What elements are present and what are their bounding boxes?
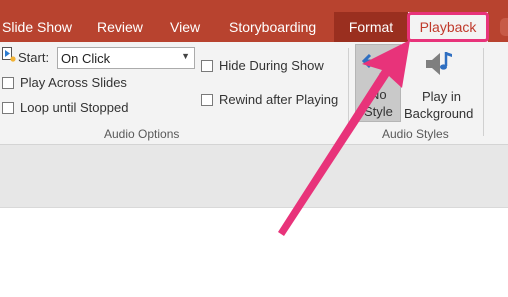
tab-slide-show[interactable]: Slide Show [2,12,72,42]
no-style-button[interactable]: No Style [355,44,401,122]
play-in-background-label-line2: Background [404,106,474,121]
tab-storyboarding[interactable]: Storyboarding [229,12,316,42]
tab-overflow-indicator [500,18,508,36]
tab-view[interactable]: View [170,12,200,42]
playback-tab-highlight-box [407,12,489,42]
play-in-background-label-line1: Play in [422,89,462,104]
tab-review[interactable]: Review [97,12,143,42]
rewind-after-playing-checkbox[interactable] [201,94,213,106]
play-trigger-icon [2,47,16,63]
play-across-slides-checkbox[interactable] [2,77,14,89]
audio-options-group-label: Audio Options [104,127,180,141]
audio-styles-group-label: Audio Styles [382,127,449,141]
chevron-down-icon: ▼ [181,51,190,61]
group-separator [483,48,484,136]
rewind-after-playing-label: Rewind after Playing [219,92,339,107]
loop-until-stopped-checkbox[interactable] [2,102,14,114]
no-style-label-line2: Style [364,104,393,119]
hide-during-show-label: Hide During Show [219,58,324,73]
ruler-band [0,145,508,208]
group-separator [348,48,349,136]
start-dropdown-value: On Click [61,51,111,66]
hide-during-show-checkbox[interactable] [201,60,213,72]
slide-canvas-area [0,208,508,292]
play-in-background-button[interactable]: Play in Background [404,44,478,124]
no-style-label-line1: No [370,87,387,102]
tab-format[interactable]: Format [334,12,408,42]
speaker-music-note-icon [424,48,458,80]
start-label: Start: [18,50,50,65]
start-dropdown[interactable]: On Click ▼ [57,47,195,69]
undo-arrow-icon [361,49,394,77]
loop-until-stopped-label: Loop until Stopped [20,100,129,115]
play-across-slides-label: Play Across Slides [20,75,127,90]
